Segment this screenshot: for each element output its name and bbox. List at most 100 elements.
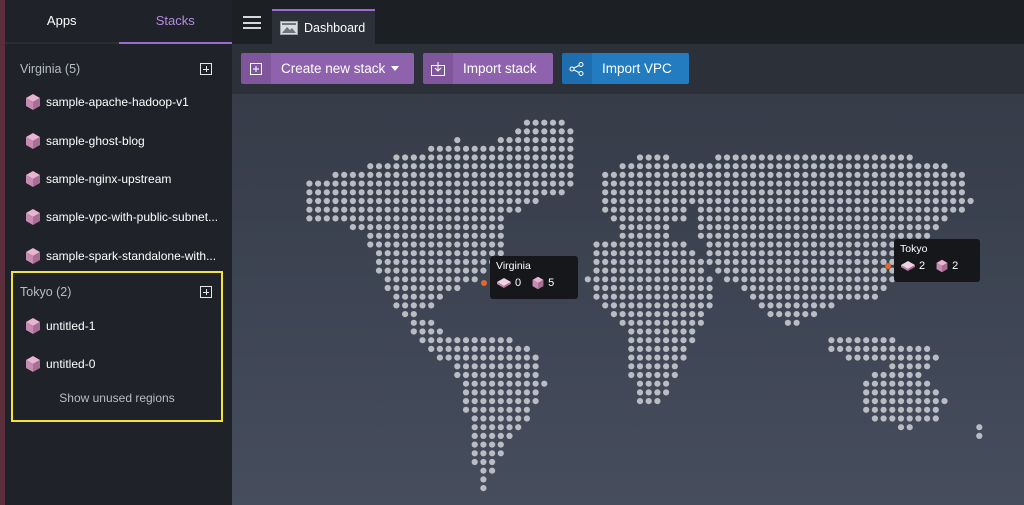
map-dot [436, 180, 443, 187]
stack-item[interactable]: sample-spark-standalone-with... [24, 245, 216, 267]
map-dot [489, 415, 496, 422]
map-dot [654, 276, 661, 283]
map-dot [897, 180, 905, 187]
map-dot [515, 206, 522, 213]
map-dot [706, 232, 713, 239]
map-dot [393, 284, 400, 292]
stack-item[interactable]: sample-apache-hadoop-v1 [24, 91, 189, 113]
map-dot [323, 180, 330, 187]
map-dot [410, 232, 417, 239]
create-new-stack-button[interactable]: Create new stack [241, 53, 414, 84]
tab-stacks[interactable]: Stacks [118, 0, 232, 44]
map-dot [697, 163, 704, 170]
map-dot [924, 398, 931, 405]
map-dot [680, 180, 687, 187]
map-dot [837, 276, 844, 283]
hamburger-icon[interactable] [243, 16, 261, 29]
map-dot [654, 389, 661, 396]
map-dot [784, 293, 792, 300]
map-dot [845, 224, 852, 231]
region-marker-virginia[interactable] [481, 280, 487, 286]
map-dot [784, 180, 792, 187]
map-dot [897, 424, 905, 431]
map-dot [489, 432, 496, 439]
map-dot [776, 258, 783, 265]
map-dot [741, 232, 748, 239]
map-dot [384, 241, 391, 248]
map-dot [802, 197, 809, 205]
map-dot [393, 293, 400, 300]
stack-item[interactable]: sample-vpc-with-public-subnet... [24, 206, 218, 228]
map-dot [750, 224, 757, 231]
map-dot [837, 293, 844, 300]
region-popup-tokyo[interactable]: Tokyo 2 2 [894, 239, 980, 282]
add-stack-virginia-icon[interactable] [200, 63, 212, 75]
map-dot [889, 215, 896, 222]
map-dot [375, 258, 383, 265]
map-dot [532, 389, 539, 396]
map-dot [819, 293, 826, 300]
map-dot [906, 180, 913, 187]
map-dot [375, 224, 383, 231]
map-dot [689, 267, 696, 274]
map-dot [515, 363, 522, 370]
add-stack-tokyo-icon[interactable] [200, 286, 212, 298]
tab-dashboard[interactable]: Dashboard [272, 9, 375, 44]
map-dot [532, 128, 539, 135]
map-dot [428, 337, 435, 344]
map-dot [445, 145, 452, 152]
map-dot [402, 241, 409, 248]
region-header-tokyo: Tokyo (2) [20, 282, 212, 302]
stack-item[interactable]: sample-ghost-blog [24, 130, 145, 152]
tab-apps[interactable]: Apps [5, 0, 119, 44]
map-dot [924, 354, 931, 361]
map-dot [654, 302, 661, 309]
map-dot [654, 345, 661, 352]
import-stack-button[interactable]: Import stack [423, 53, 553, 84]
map-dot [845, 337, 852, 344]
map-dot [419, 328, 426, 335]
map-dot [489, 337, 496, 344]
map-dot [497, 380, 504, 387]
map-dot [810, 215, 818, 222]
map-dot [610, 293, 617, 300]
map-dot [810, 250, 818, 257]
map-dot [497, 371, 504, 379]
map-dot [810, 232, 818, 239]
map-dot [906, 215, 913, 222]
map-dot [837, 180, 844, 187]
map-dot [506, 171, 513, 178]
map-dot [645, 319, 652, 326]
map-dot [871, 415, 879, 422]
map-dot [471, 363, 478, 370]
map-dot [375, 206, 383, 213]
map-dot [950, 180, 957, 187]
map-dot [950, 197, 957, 205]
map-dot [619, 163, 626, 170]
map-dot [419, 171, 426, 178]
map-dot [636, 154, 644, 161]
map-dot [663, 276, 670, 283]
show-unused-regions-link[interactable]: Show unused regions [11, 391, 223, 405]
import-vpc-button[interactable]: Import VPC [562, 53, 689, 84]
map-dot [715, 197, 722, 205]
stack-item[interactable]: untitled-0 [24, 353, 95, 375]
map-dot [515, 389, 522, 396]
map-dot [384, 258, 391, 265]
region-popup-virginia[interactable]: Virginia 0 5 [490, 256, 578, 299]
region-marker-tokyo[interactable] [885, 263, 891, 269]
map-dot [732, 224, 739, 231]
top-bar: Dashboard [232, 0, 1024, 44]
map-dot [810, 241, 818, 248]
map-dot [471, 267, 478, 274]
map-dot [906, 363, 913, 370]
stack-item[interactable]: sample-nginx-upstream [24, 168, 171, 190]
map-dot [706, 258, 713, 265]
map-dot [480, 458, 487, 466]
map-dot [758, 284, 765, 292]
dotted-world-map [306, 119, 983, 492]
map-dot [602, 250, 609, 257]
map-dot [924, 380, 931, 387]
stack-item[interactable]: untitled-1 [24, 315, 95, 337]
map-dot [419, 276, 426, 283]
